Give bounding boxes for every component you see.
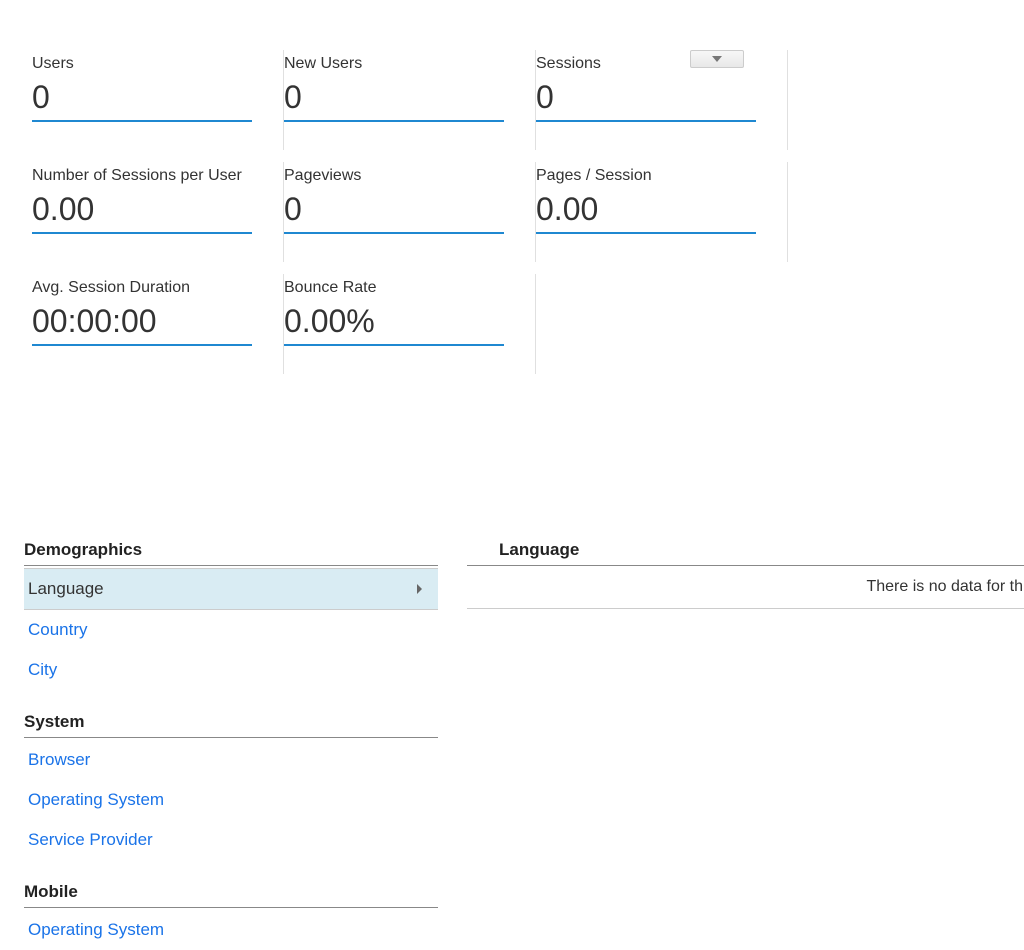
dimension-item-label: Operating System <box>28 790 164 809</box>
dimension-browser[interactable]: Browser <box>24 740 438 780</box>
demographics-group-title: Demographics <box>24 540 438 566</box>
metric-users[interactable]: Users 0 <box>32 50 284 122</box>
metric-label: Bounce Rate <box>284 279 520 297</box>
metric-sparkline <box>536 232 756 234</box>
system-group-title: System <box>24 712 438 738</box>
metric-value: 0 <box>284 79 520 116</box>
metric-value: 0.00 <box>536 191 772 228</box>
metric-value: 0.00 <box>32 191 268 228</box>
metric-value: 0.00% <box>284 303 520 340</box>
metric-sparkline <box>536 120 756 122</box>
no-data-message: There is no data for this v <box>467 566 1024 609</box>
metric-value: 0 <box>284 191 520 228</box>
metric-sessions-per-user[interactable]: Number of Sessions per User 0.00 <box>32 162 284 234</box>
metric-sparkline <box>32 120 252 122</box>
metric-sparkline <box>284 120 504 122</box>
dimension-item-label: Service Provider <box>28 830 153 849</box>
mobile-group-title: Mobile <box>24 882 438 908</box>
metric-value: 00:00:00 <box>32 303 268 340</box>
metric-label: Users <box>32 55 268 73</box>
metric-bounce-rate[interactable]: Bounce Rate 0.00% <box>284 274 536 346</box>
dimension-operating-system[interactable]: Operating System <box>24 780 438 820</box>
dimension-item-label: Operating System <box>28 920 164 939</box>
metric-pageviews[interactable]: Pageviews 0 <box>284 162 536 234</box>
metric-pages-per-session[interactable]: Pages / Session 0.00 <box>536 162 788 234</box>
dimension-item-label: Language <box>28 579 104 598</box>
dimension-item-label: City <box>28 660 57 679</box>
metrics-row-2: Number of Sessions per User 0.00 Pagevie… <box>0 162 1024 234</box>
metric-value: 0 <box>536 79 772 116</box>
dimension-city[interactable]: City <box>24 650 438 690</box>
metric-label: Pages / Session <box>536 167 772 185</box>
dimension-data-panel: Language There is no data for this v <box>467 540 1024 609</box>
dimension-mobile-operating-system[interactable]: Operating System <box>24 910 438 950</box>
metric-avg-session-duration[interactable]: Avg. Session Duration 00:00:00 <box>32 274 284 346</box>
metric-label: Avg. Session Duration <box>32 279 268 297</box>
metric-sparkline <box>32 344 252 346</box>
dimension-language[interactable]: Language <box>24 568 438 610</box>
metrics-row-3: Avg. Session Duration 00:00:00 Bounce Ra… <box>0 274 1024 346</box>
metrics-row-1: Users 0 New Users 0 Sessions 0 <box>0 50 1024 122</box>
dimension-service-provider[interactable]: Service Provider <box>24 820 438 860</box>
dimension-country[interactable]: Country <box>24 610 438 650</box>
metric-sparkline <box>32 232 252 234</box>
metric-label: Sessions <box>536 55 772 73</box>
dimension-item-label: Browser <box>28 750 90 769</box>
dimensions-nav: Demographics Language Country City Syste… <box>24 540 438 950</box>
dimension-data-title: Language <box>467 540 1024 566</box>
metric-sessions[interactable]: Sessions 0 <box>536 50 788 122</box>
metric-sparkline <box>284 344 504 346</box>
metric-value: 0 <box>32 79 268 116</box>
metric-label: Number of Sessions per User <box>32 167 268 185</box>
metric-sparkline <box>284 232 504 234</box>
metric-label: New Users <box>284 55 520 73</box>
dimension-item-label: Country <box>28 620 88 639</box>
metric-label: Pageviews <box>284 167 520 185</box>
metric-new-users[interactable]: New Users 0 <box>284 50 536 122</box>
